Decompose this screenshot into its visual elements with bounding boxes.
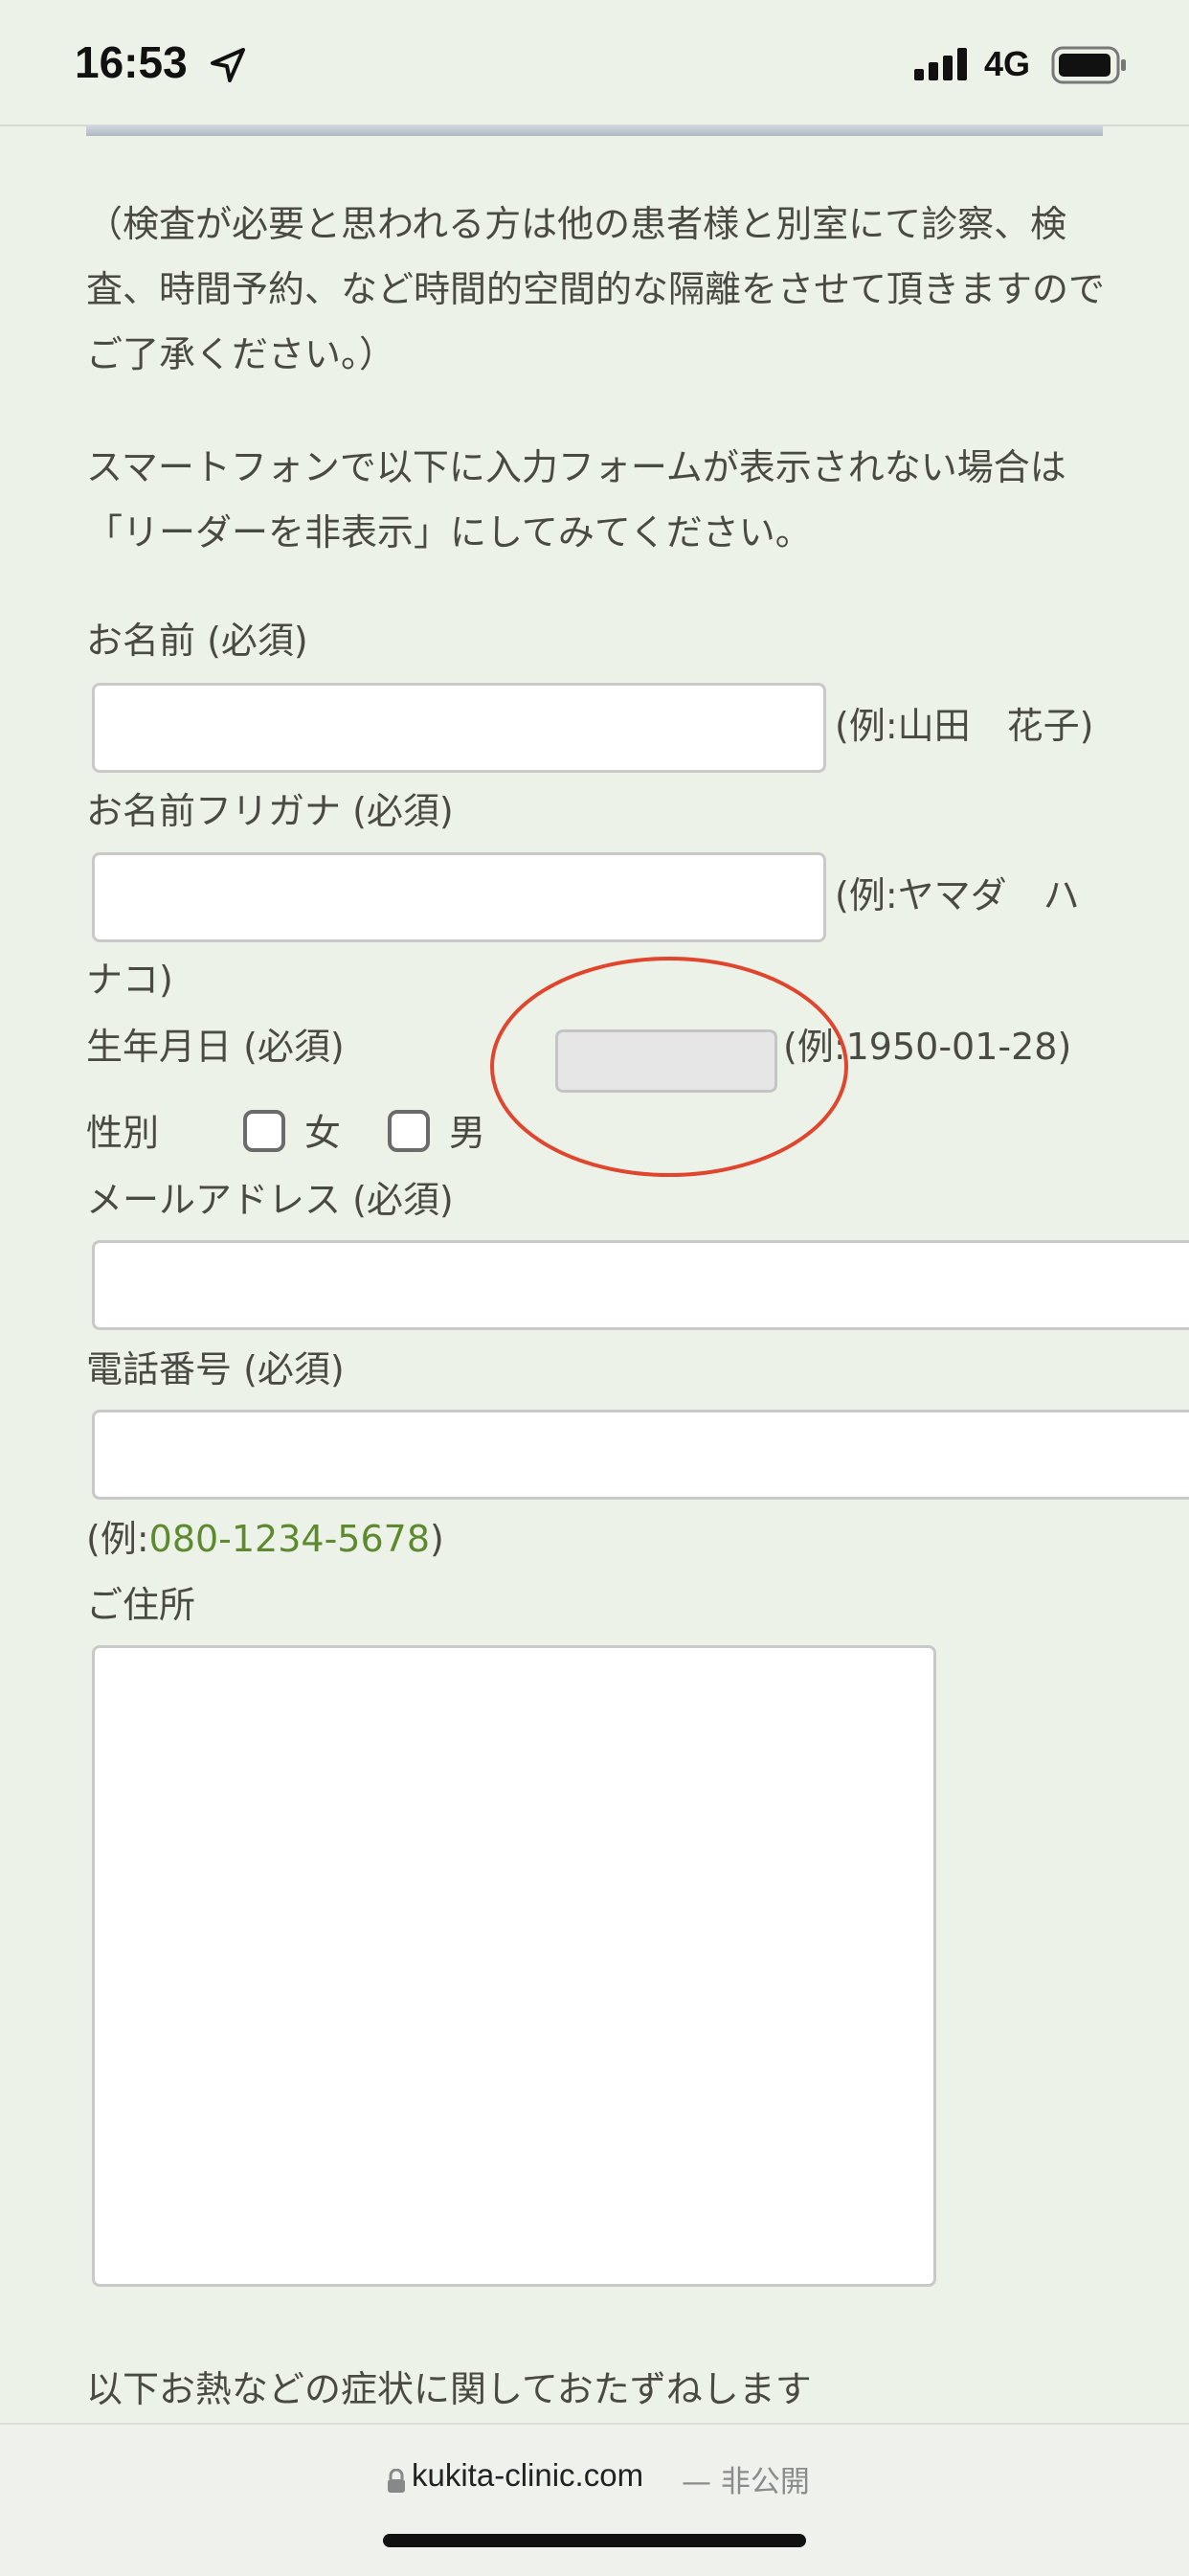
name-input[interactable] <box>92 683 826 773</box>
network-type: 4G <box>984 44 1031 83</box>
email-input[interactable] <box>92 1240 1189 1330</box>
name-label: お名前 (必須) <box>86 620 308 662</box>
home-indicator[interactable] <box>383 2534 806 2547</box>
symptoms-heading: 以下お熱などの症状に関しておたずねします <box>86 2368 812 2410</box>
signal-icon <box>914 48 967 80</box>
name-example: (例:山田 花子) <box>835 705 1094 747</box>
reader-mode-notice: スマートフォンで以下に入力フォームが表示されない場合は「リーダーを非表示」にして… <box>86 446 1066 554</box>
birthdate-label: 生年月日 (必須) <box>86 1026 345 1068</box>
furigana-example-cont: ナコ) <box>86 959 173 1001</box>
isolation-notice: （検査が必要と思われる方は他の患者様と別室にて診察、検査、時間予約、など時間的空… <box>86 203 1106 375</box>
address-label: ご住所 <box>86 1584 196 1626</box>
phone-example: (例:080-1234-5678) <box>86 1515 444 1563</box>
phone-example-suffix: ) <box>430 1518 444 1560</box>
gender-female-checkbox[interactable] <box>243 1110 285 1152</box>
gender-label: 性別 <box>86 1112 160 1154</box>
phone-input[interactable] <box>92 1410 1189 1500</box>
battery-icon <box>1051 46 1126 84</box>
browser-bottom-bar <box>0 2423 1189 2576</box>
phone-example-number: 080-1234-5678 <box>148 1518 431 1560</box>
location-arrow-icon <box>211 48 245 82</box>
gender-male-checkbox[interactable] <box>388 1110 430 1152</box>
lock-icon <box>388 2469 405 2493</box>
section-divider <box>86 124 1103 136</box>
url-privacy-status: — 非公開 <box>682 2465 810 2499</box>
gender-male-label: 男 <box>449 1112 486 1154</box>
furigana-label: お名前フリガナ (必須) <box>86 790 454 832</box>
phone-label: 電話番号 (必須) <box>86 1348 345 1390</box>
gender-female-label: 女 <box>304 1112 342 1154</box>
furigana-input[interactable] <box>92 852 826 942</box>
url-domain[interactable]: kukita-clinic.com <box>412 2457 643 2494</box>
highlight-circle <box>490 957 848 1177</box>
address-textarea[interactable] <box>92 1645 936 2287</box>
status-time: 16:53 <box>75 37 188 87</box>
phone-example-prefix: (例: <box>86 1518 149 1560</box>
email-label: メールアドレス (必須) <box>86 1179 454 1221</box>
furigana-example: (例:ヤマダ ハ <box>835 874 1080 916</box>
